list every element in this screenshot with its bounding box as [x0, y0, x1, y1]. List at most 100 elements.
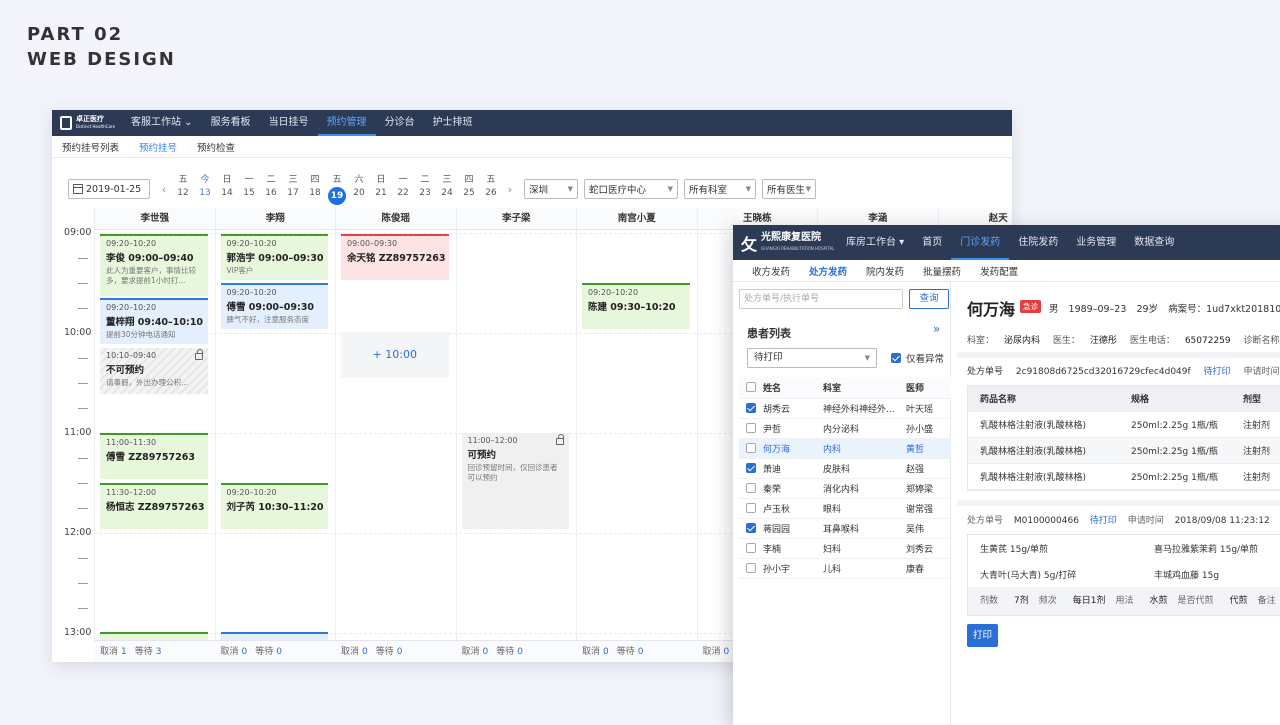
checkbox-icon[interactable]: [746, 523, 756, 534]
row-select[interactable]: [739, 503, 763, 514]
checkbox-icon[interactable]: [746, 382, 756, 393]
nav-item[interactable]: 分诊台: [376, 110, 424, 136]
day-cell[interactable]: 五 19: [326, 174, 348, 205]
day-cell[interactable]: 五 12: [172, 174, 194, 205]
day-cell[interactable]: 四 18: [304, 174, 326, 205]
subnav-item[interactable]: 院内发药: [866, 264, 904, 278]
wait-count[interactable]: 0: [638, 647, 644, 657]
day-cell[interactable]: 日 14: [216, 174, 238, 205]
patient-row[interactable]: 孙小宇 儿科 康春: [739, 559, 951, 579]
day-cell[interactable]: 四 25: [458, 174, 480, 205]
appointment-card[interactable]: 11:00–11:30 傅雪 ZZ89757263: [100, 433, 208, 479]
prescription-search-input[interactable]: 处方单号/执行单号: [739, 289, 903, 309]
wait-count[interactable]: 0: [517, 647, 523, 657]
row-select[interactable]: [739, 543, 763, 554]
patient-row[interactable]: 胡秀云 神经外科神经外... 叶天瑶: [739, 399, 951, 419]
subnav-item[interactable]: 处方发药: [809, 264, 847, 278]
filter-select[interactable]: 所有科室 ▼: [684, 179, 756, 199]
only-abnormal-toggle[interactable]: 仅看异常: [891, 351, 944, 365]
subnav-item[interactable]: 批量摆药: [923, 264, 961, 278]
cancel-count[interactable]: 0: [724, 647, 730, 657]
day-cell[interactable]: 五 26: [480, 174, 502, 205]
subnav-item[interactable]: 预约挂号: [139, 140, 177, 154]
appointment-card[interactable]: 09:20–10:20 刘子芮 10:30–11:20: [220, 483, 328, 529]
day-cell[interactable]: 今 13: [194, 174, 216, 205]
row-select[interactable]: [739, 523, 763, 534]
cancel-count[interactable]: 0: [603, 647, 609, 657]
cancel-count[interactable]: 0: [483, 647, 489, 657]
day-cell[interactable]: 二 23: [414, 174, 436, 205]
expand-icon[interactable]: »: [933, 322, 940, 336]
filter-select[interactable]: 深圳 ▼: [524, 179, 578, 199]
checkbox-icon[interactable]: [746, 443, 756, 454]
filter-select[interactable]: 所有医生 ▼: [762, 179, 816, 199]
appointment-card-partial[interactable]: [100, 632, 208, 640]
nav-item[interactable]: 业务管理: [1067, 225, 1125, 260]
day-cell[interactable]: 日 21: [370, 174, 392, 205]
hospital-logo[interactable]: ⺙ 光熙康复医院 GUANGXI REHABILITATION HOSPITAL: [733, 231, 837, 255]
nav-item[interactable]: 首页: [913, 225, 951, 260]
day-cell[interactable]: 三 24: [436, 174, 458, 205]
nav-item[interactable]: 库房工作台 ▾: [837, 225, 913, 260]
patient-row[interactable]: 尹哲 内分泌科 孙小盛: [739, 419, 951, 439]
day-cell[interactable]: 二 16: [260, 174, 282, 205]
logo[interactable]: 卓正医疗 Distinct HealthCare: [52, 115, 122, 131]
subnav-item[interactable]: 预约检查: [197, 140, 235, 154]
patient-row[interactable]: 李楠 妇科 刘秀云: [739, 539, 951, 559]
appointment-card[interactable]: 11:00–12:00 可预约 回诊预留时间，仅回诊患者可以预约: [461, 433, 569, 529]
search-button[interactable]: 查询: [909, 289, 949, 309]
nav-item[interactable]: 住院发药: [1009, 225, 1067, 260]
nav-item[interactable]: 门诊发药: [951, 225, 1010, 260]
appointment-card-partial[interactable]: [220, 632, 328, 640]
row-select[interactable]: [739, 443, 763, 454]
appointment-card[interactable]: 09:20–10:20 陈建 09:30–10:20: [582, 283, 690, 329]
rx2-status[interactable]: 待打印: [1090, 516, 1117, 526]
checkbox-icon[interactable]: [746, 463, 756, 474]
appointment-card[interactable]: 09:20–10:20 李俊 09:00–09:40 此人为重要客户，事情比较多，要…: [100, 234, 208, 296]
row-select[interactable]: [739, 403, 763, 414]
appointment-card[interactable]: 11:30–12:00 杨恒志 ZZ89757263: [100, 483, 208, 529]
subnav-item[interactable]: 发药配置: [980, 264, 1018, 278]
nav-item[interactable]: 预约管理: [317, 110, 376, 136]
next-week-arrow-icon[interactable]: ›: [502, 183, 518, 196]
checkbox-icon[interactable]: [746, 563, 756, 574]
select-all[interactable]: [739, 382, 763, 393]
row-select[interactable]: [739, 423, 763, 434]
checkbox-icon[interactable]: [746, 403, 756, 414]
print-button[interactable]: 打印: [967, 624, 998, 647]
wait-count[interactable]: 0: [397, 647, 403, 657]
appointment-card[interactable]: 09:00–09:30 余天铭 ZZ89757263: [341, 234, 449, 280]
subnav-item[interactable]: 收方发药: [752, 264, 790, 278]
row-select[interactable]: [739, 483, 763, 494]
wait-count[interactable]: 3: [156, 647, 162, 657]
nav-item[interactable]: 护士排班: [424, 110, 482, 136]
row-select[interactable]: [739, 563, 763, 574]
nav-item[interactable]: 数据查询: [1125, 225, 1183, 260]
nav-item[interactable]: 服务看板: [202, 110, 260, 136]
appointment-card[interactable]: 10:10–09:40 不可预约 请事假，外出办理公积...: [100, 348, 208, 394]
add-appointment-slot[interactable]: + 10:00: [341, 332, 449, 378]
filter-select[interactable]: 蛇口医疗中心 ▼: [584, 179, 678, 199]
day-cell[interactable]: 六 20: [348, 174, 370, 205]
wait-count[interactable]: 0: [276, 647, 282, 657]
appointment-card[interactable]: 09:20–10:20 董梓翔 09:40–10:10 提前30分钟电话通知: [100, 298, 208, 344]
subnav-item[interactable]: 预约挂号列表: [62, 140, 119, 154]
date-picker[interactable]: 2019-01-25: [68, 179, 150, 199]
nav-item[interactable]: 客服工作站 ⌄: [122, 110, 202, 136]
prev-week-arrow-icon[interactable]: ‹: [156, 183, 172, 196]
day-cell[interactable]: 一 15: [238, 174, 260, 205]
appointment-card[interactable]: 09:20–10:20 傅雪 09:00–09:30 脾气不好，注意服务态度: [220, 283, 328, 329]
day-cell[interactable]: 三 17: [282, 174, 304, 205]
patient-row[interactable]: 秦荣 消化内科 郑婷梁: [739, 479, 951, 499]
checkbox-icon[interactable]: [746, 423, 756, 434]
cancel-count[interactable]: 1: [121, 647, 127, 657]
cancel-count[interactable]: 0: [242, 647, 248, 657]
patient-row[interactable]: 卢玉秋 眼科 谢常强: [739, 499, 951, 519]
checkbox-icon[interactable]: [891, 353, 901, 363]
checkbox-icon[interactable]: [746, 483, 756, 494]
patient-row[interactable]: 何万海 内科 黄哲: [739, 439, 951, 459]
checkbox-icon[interactable]: [746, 503, 756, 514]
status-select[interactable]: 待打印 ▼: [747, 348, 877, 368]
patient-row[interactable]: 萧迪 皮肤科 赵强: [739, 459, 951, 479]
nav-item[interactable]: 当日挂号: [260, 110, 318, 136]
